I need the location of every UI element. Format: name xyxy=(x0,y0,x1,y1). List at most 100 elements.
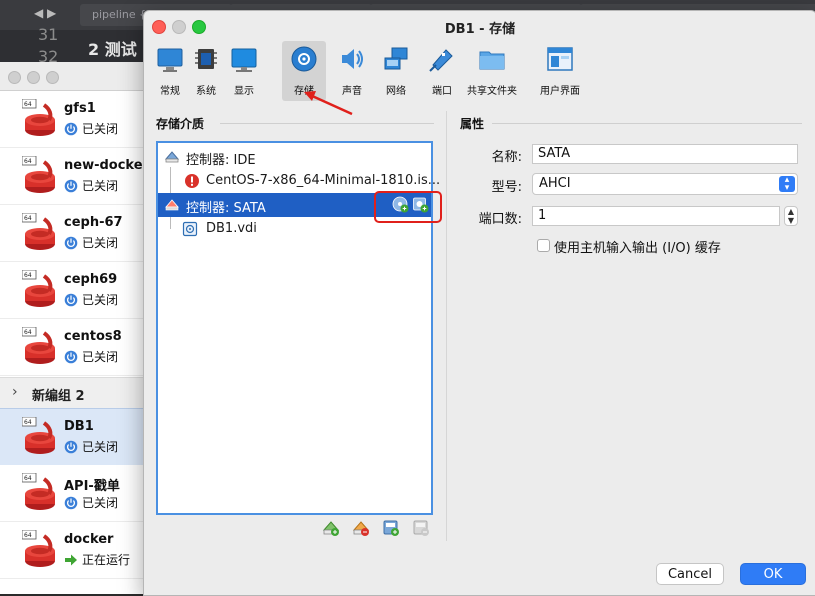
toolbar-port-button[interactable]: 端口 xyxy=(420,41,464,101)
host-io-cache-label: 使用主机输入输出 (I/O) 缓存 xyxy=(554,241,721,256)
name-label: 名称: xyxy=(491,150,522,165)
controller-type-value: AHCI xyxy=(539,176,571,191)
folder-icon xyxy=(479,51,505,70)
power-off-icon xyxy=(64,496,78,509)
host-io-cache-checkbox[interactable] xyxy=(537,239,550,252)
vm-os-logo-icon: 64 xyxy=(21,212,58,253)
disk-icon xyxy=(291,46,317,72)
vm-name: new-docker xyxy=(64,158,149,173)
arch-badge: 64 xyxy=(24,215,32,222)
tree-item-ide-disc[interactable]: CentOS-7-x86_64-Minimal-1810.is... xyxy=(158,169,440,193)
power-off-icon xyxy=(64,236,78,249)
arch-badge: 64 xyxy=(24,158,32,165)
vm-status: 已关闭 xyxy=(64,120,118,137)
toolbar-folder-button[interactable]: 共享文件夹 xyxy=(467,41,517,101)
arch-badge: 64 xyxy=(24,475,32,482)
arch-badge: 64 xyxy=(24,329,32,336)
power-off-icon xyxy=(64,293,78,306)
vm-name: ceph69 xyxy=(64,272,118,287)
vm-list-item[interactable]: 64 new-docker 已关闭 xyxy=(0,148,150,205)
vm-list-item[interactable]: 64 API-戳单 已关闭 xyxy=(0,465,150,522)
ide-controller-label: 控制器: IDE xyxy=(186,153,256,168)
zoom-window-button[interactable] xyxy=(46,71,59,84)
vm-status: 已关闭 xyxy=(64,438,118,455)
toolbar-display-button[interactable]: 显示 xyxy=(222,41,266,101)
storage-media-title: 存储介质 xyxy=(156,117,205,131)
network-icon xyxy=(384,47,408,70)
vm-list-item[interactable]: 64 gfs1 已关闭 xyxy=(0,91,150,148)
monitor-icon xyxy=(157,48,183,72)
toolbar-disk-button[interactable]: 存储 xyxy=(282,41,326,101)
vm-os-logo-icon: 64 xyxy=(21,98,58,139)
sata-controller-label: 控制器: SATA xyxy=(186,201,266,216)
line-number: 31 xyxy=(38,25,59,44)
port-count-field[interactable]: 1 xyxy=(532,206,780,226)
toolbar-window-button[interactable]: 用户界面 xyxy=(538,41,582,101)
display-icon xyxy=(231,48,257,72)
running-arrow-icon xyxy=(65,554,77,565)
toolbar-network-button[interactable]: 网络 xyxy=(374,41,418,101)
vm-os-logo-icon: 64 xyxy=(21,416,58,457)
cancel-button[interactable]: Cancel xyxy=(656,563,724,585)
vm-name: gfs1 xyxy=(64,101,96,116)
vm-list-item[interactable]: 64 DB1 已关闭 xyxy=(0,408,150,466)
ide-disc-label: CentOS-7-x86_64-Minimal-1810.is... xyxy=(206,173,441,188)
settings-dialog: DB1 - 存储 常规 系统 显示 存储 声音 网络 端口 共享文件夹 用户界面… xyxy=(143,10,815,596)
toolbar-label: 用户界面 xyxy=(540,86,580,97)
chevron-updown-icon: ▴ ▾ xyxy=(779,176,795,193)
toolbar-label: 共享文件夹 xyxy=(467,86,517,97)
vm-list-item[interactable]: 64 ceph-67 已关闭 xyxy=(0,205,150,262)
close-window-button[interactable] xyxy=(8,71,21,84)
panel-divider xyxy=(446,111,447,541)
vm-list-window: 64 gfs1 已关闭 64 new-docker 已关闭 64 ceph-67… xyxy=(0,62,151,594)
vm-os-logo-icon: 64 xyxy=(21,326,58,367)
dialog-title: DB1 - 存储 xyxy=(444,22,516,37)
ide-controller-icon xyxy=(164,151,180,163)
power-off-icon xyxy=(64,440,78,453)
sata-disk-label: DB1.vdi xyxy=(206,221,257,236)
vm-status-label: 已关闭 xyxy=(82,496,119,510)
add-attachment-icon[interactable] xyxy=(382,519,400,537)
port-count-stepper[interactable]: ▲ ▼ xyxy=(784,206,798,226)
speaker-icon xyxy=(342,49,363,69)
vm-os-logo-icon: 64 xyxy=(21,269,58,310)
attributes-title: 属性 xyxy=(460,117,485,131)
remove-controller-icon[interactable] xyxy=(352,519,370,537)
vm-group-header[interactable]: › 新编组 2 xyxy=(0,377,150,409)
remove-attachment-icon[interactable] xyxy=(412,519,430,537)
minimize-window-button[interactable] xyxy=(27,71,40,84)
vm-status-label: 已关闭 xyxy=(82,350,119,364)
port-icon xyxy=(429,49,453,72)
vm-status-label: 已关闭 xyxy=(82,293,119,307)
tree-item-ide-controller[interactable]: 控制器: IDE xyxy=(158,145,431,169)
arch-badge: 64 xyxy=(24,272,32,279)
vm-os-logo-icon: 64 xyxy=(21,155,58,196)
vm-list-item[interactable]: 64 docker 正在运行 xyxy=(0,522,150,579)
window-icon xyxy=(547,47,573,71)
ok-button[interactable]: OK xyxy=(740,563,806,585)
chevron-right-icon[interactable]: › xyxy=(12,384,18,400)
editor-nav-arrows-icon[interactable]: ◀ ▶ xyxy=(34,6,56,20)
vm-name: docker xyxy=(64,532,114,547)
error-icon xyxy=(185,174,199,188)
power-off-icon xyxy=(64,122,78,135)
controller-name-field[interactable]: SATA xyxy=(532,144,798,164)
vm-status: 正在运行 xyxy=(64,551,130,568)
vm-status-label: 已关闭 xyxy=(82,122,119,136)
vm-group-label: 新编组 2 xyxy=(32,389,85,404)
vm-list-item[interactable]: 64 centos8 已关闭 xyxy=(0,319,150,376)
vm-list-item[interactable]: 64 ceph69 已关闭 xyxy=(0,262,150,319)
add-controller-icon[interactable] xyxy=(322,519,340,537)
vm-status: 已关闭 xyxy=(64,494,118,511)
settings-toolbar: 常规 系统 显示 存储 声音 网络 端口 共享文件夹 用户界面 xyxy=(144,41,815,101)
chip-icon xyxy=(195,49,217,69)
vm-os-logo-icon: 64 xyxy=(21,529,58,570)
vm-name: DB1 xyxy=(64,419,94,434)
vm-status: 已关闭 xyxy=(64,348,118,365)
type-label: 型号: xyxy=(491,180,522,195)
ports-label: 端口数: xyxy=(478,212,522,227)
editor-tab-label: pipeline { xyxy=(92,8,147,21)
vm-status-label: 正在运行 xyxy=(82,553,131,567)
hard-disk-icon xyxy=(182,221,198,237)
controller-type-select[interactable]: AHCI ▴ ▾ xyxy=(532,173,798,195)
